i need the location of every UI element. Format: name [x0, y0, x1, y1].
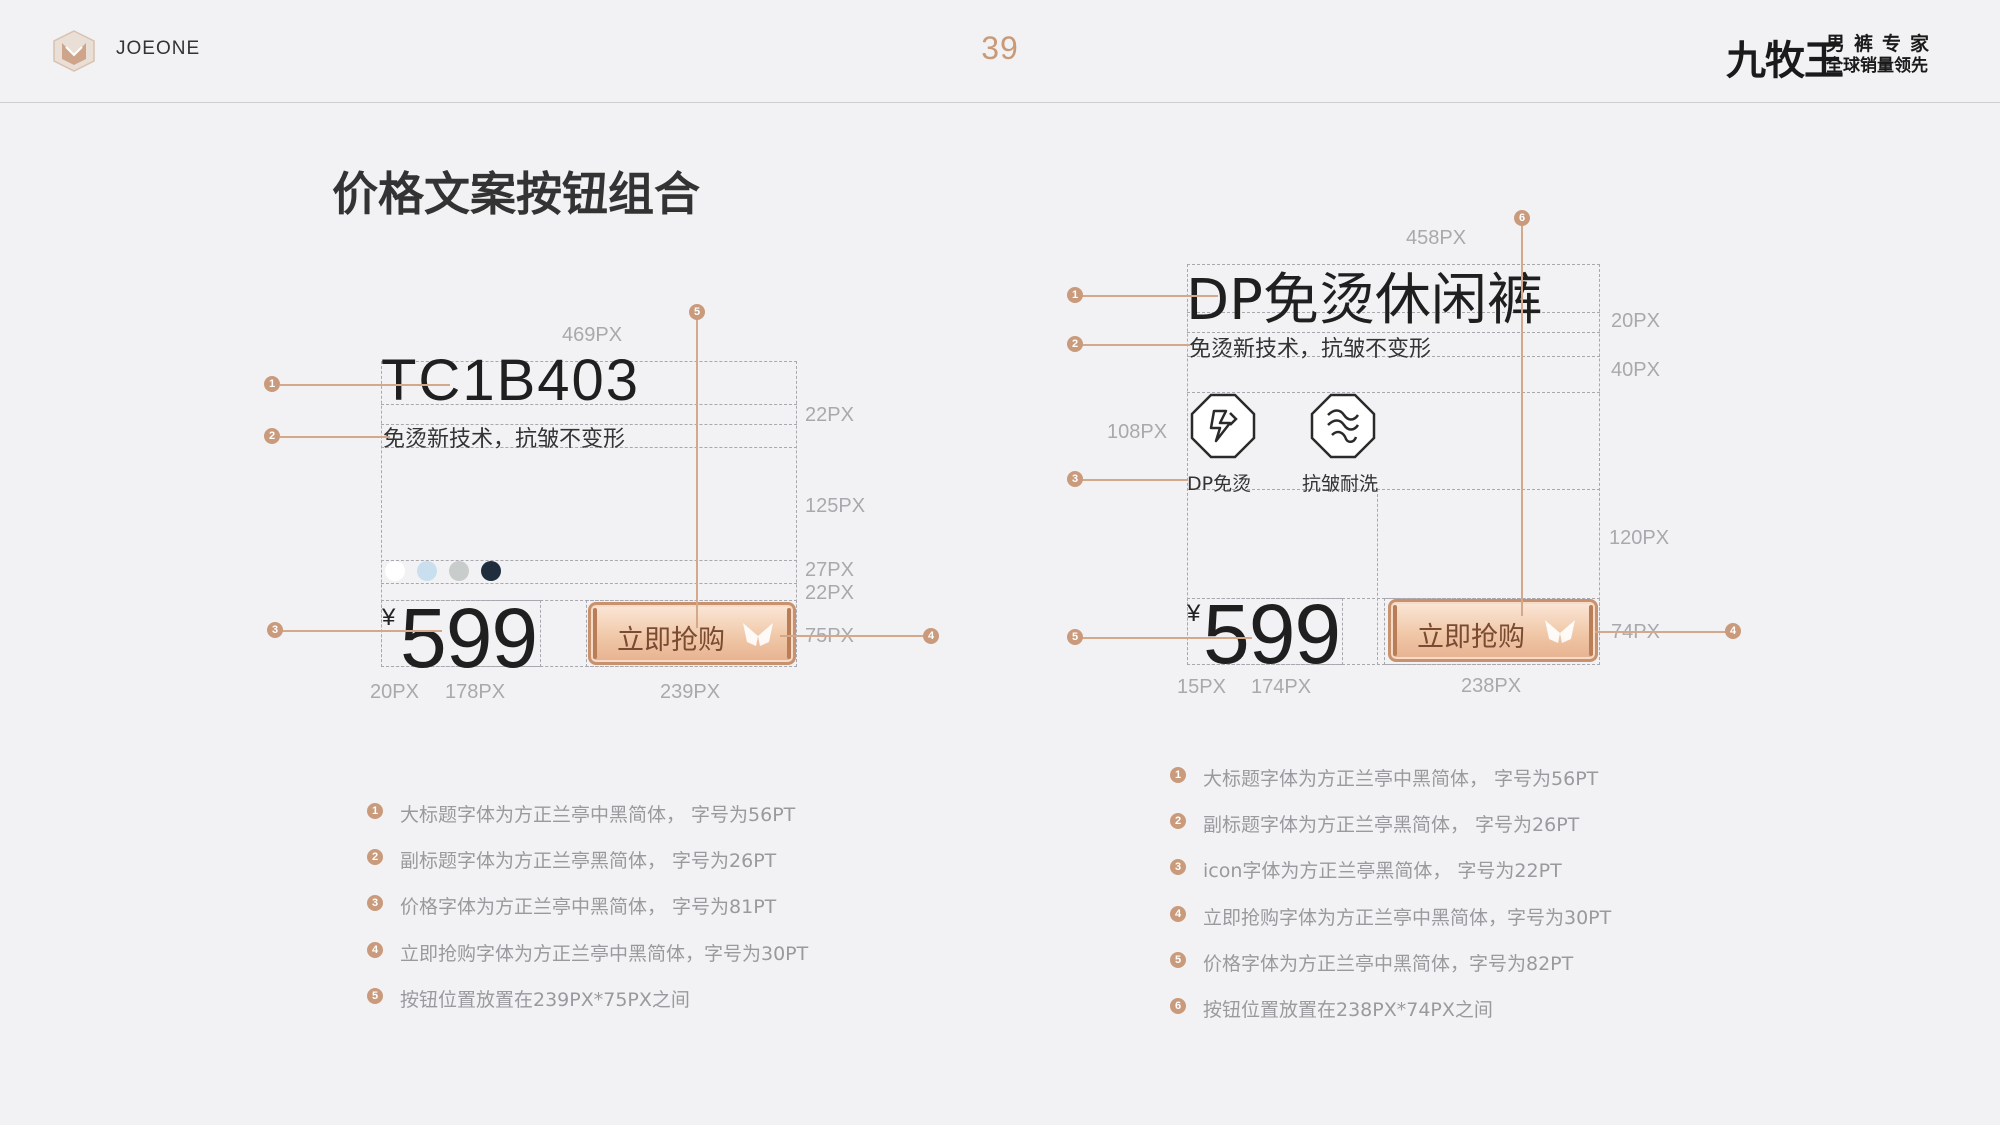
product-code: TC1B403	[381, 348, 641, 413]
product-subtitle: 免烫新技术，抗皱不变形	[383, 427, 626, 452]
currency-symbol: ¥	[382, 604, 396, 631]
dim-width: 458PX	[1406, 227, 1467, 249]
color-swatch-white[interactable]	[385, 561, 405, 581]
dim-button-width: 239PX	[660, 681, 721, 703]
marker-4: 4	[923, 628, 939, 644]
dim-gap-block: 125PX	[805, 495, 866, 517]
joeone-logo-icon	[53, 30, 95, 72]
dim-gap-title: 22PX	[805, 404, 854, 426]
dim-price-width: 178PX	[445, 681, 506, 703]
color-swatch-navy[interactable]	[481, 561, 501, 581]
dim-yen-width: 15PX	[1177, 676, 1226, 698]
page-title: 价格文案按钮组合	[332, 167, 700, 221]
color-swatch-light-blue[interactable]	[417, 561, 437, 581]
dim-price-width: 174PX	[1251, 676, 1312, 698]
dim-button-width: 238PX	[1461, 675, 1522, 697]
dim-width: 469PX	[562, 324, 623, 346]
dim-gap-title: 20PX	[1611, 310, 1660, 332]
marker-1: 1	[264, 376, 280, 392]
buy-now-button[interactable]: 立即抢购	[1388, 599, 1598, 662]
brand-tagline-2: 全球销量领先	[1826, 56, 1928, 76]
marker-5: 5	[689, 304, 705, 320]
marker-4: 4	[1725, 623, 1741, 639]
feature-label-dp: DP免烫	[1187, 473, 1252, 495]
dim-swatch-row: 27PX	[805, 559, 854, 581]
marker-2: 2	[264, 428, 280, 444]
marker-3: 3	[267, 622, 283, 638]
currency-symbol: ¥	[1187, 600, 1201, 627]
dim-gap-sub: 40PX	[1611, 359, 1660, 381]
price: 599	[400, 591, 538, 685]
marker-5: 5	[1067, 629, 1083, 645]
dim-gap-price: 22PX	[805, 582, 854, 604]
dp-noniron-icon	[1190, 393, 1256, 459]
wrinkle-resistant-icon	[1310, 393, 1376, 459]
marker-2: 2	[1067, 336, 1083, 352]
page-number: 39	[981, 30, 1019, 66]
buy-now-button[interactable]: 立即抢购	[588, 602, 796, 665]
dim-yen-width: 20PX	[370, 681, 419, 703]
marker-3: 3	[1067, 471, 1083, 487]
feature-label-wrinkle: 抗皱耐洗	[1302, 473, 1379, 495]
product-subtitle: 免烫新技术，抗皱不变形	[1189, 337, 1432, 362]
marker-1: 1	[1067, 287, 1083, 303]
buy-now-label: 立即抢购	[617, 625, 725, 656]
logo-text: JOEONE	[116, 38, 201, 59]
product-name: DP免烫休闲裤	[1186, 268, 1543, 333]
dim-gap-block: 120PX	[1609, 527, 1670, 549]
buy-now-label: 立即抢购	[1417, 622, 1525, 653]
price: 599	[1203, 587, 1341, 681]
butterfly-logo-icon	[743, 623, 773, 646]
marker-6: 6	[1514, 210, 1530, 226]
butterfly-logo-icon	[1545, 620, 1575, 643]
dim-icon-height: 108PX	[1107, 421, 1168, 443]
color-swatch-grey[interactable]	[449, 561, 469, 581]
